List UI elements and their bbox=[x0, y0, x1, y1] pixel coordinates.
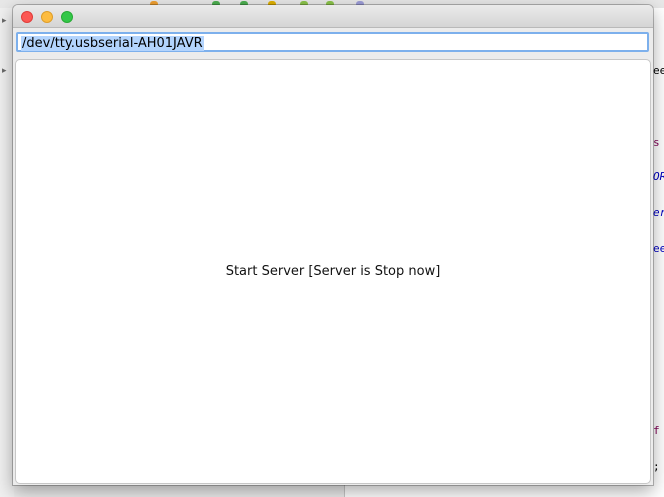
code-fragment: OR bbox=[653, 170, 664, 183]
code-fragment: ee bbox=[653, 242, 664, 255]
maximize-icon[interactable] bbox=[61, 11, 73, 23]
code-fragment: f bbox=[653, 424, 660, 437]
package-icon: ▸ bbox=[2, 66, 7, 76]
bottom-editor-strip bbox=[344, 484, 652, 497]
code-fragment: ; bbox=[653, 460, 660, 473]
code-fragment: ee bbox=[653, 64, 664, 77]
start-server-button[interactable]: Start Server [Server is Stop now] bbox=[15, 59, 651, 484]
background-sidebar: ▸ ▸ bbox=[0, 8, 14, 497]
serial-port-value: /dev/tty.usbserial-AH01JAVR bbox=[21, 36, 204, 51]
background-editor: ee s OR er ee f ; bbox=[652, 8, 664, 497]
background-bottom-panel bbox=[14, 484, 652, 497]
app-window: /dev/tty.usbserial-AH01JAVR Start Server… bbox=[13, 5, 653, 485]
serial-port-input[interactable]: /dev/tty.usbserial-AH01JAVR bbox=[16, 32, 649, 52]
start-server-label: Start Server [Server is Stop now] bbox=[225, 264, 441, 279]
close-icon[interactable] bbox=[21, 11, 33, 23]
title-bar[interactable] bbox=[13, 5, 653, 28]
minimize-icon[interactable] bbox=[41, 11, 53, 23]
code-fragment: er bbox=[653, 206, 664, 219]
folder-icon: ▸ bbox=[2, 16, 7, 26]
code-fragment: s bbox=[653, 136, 660, 149]
